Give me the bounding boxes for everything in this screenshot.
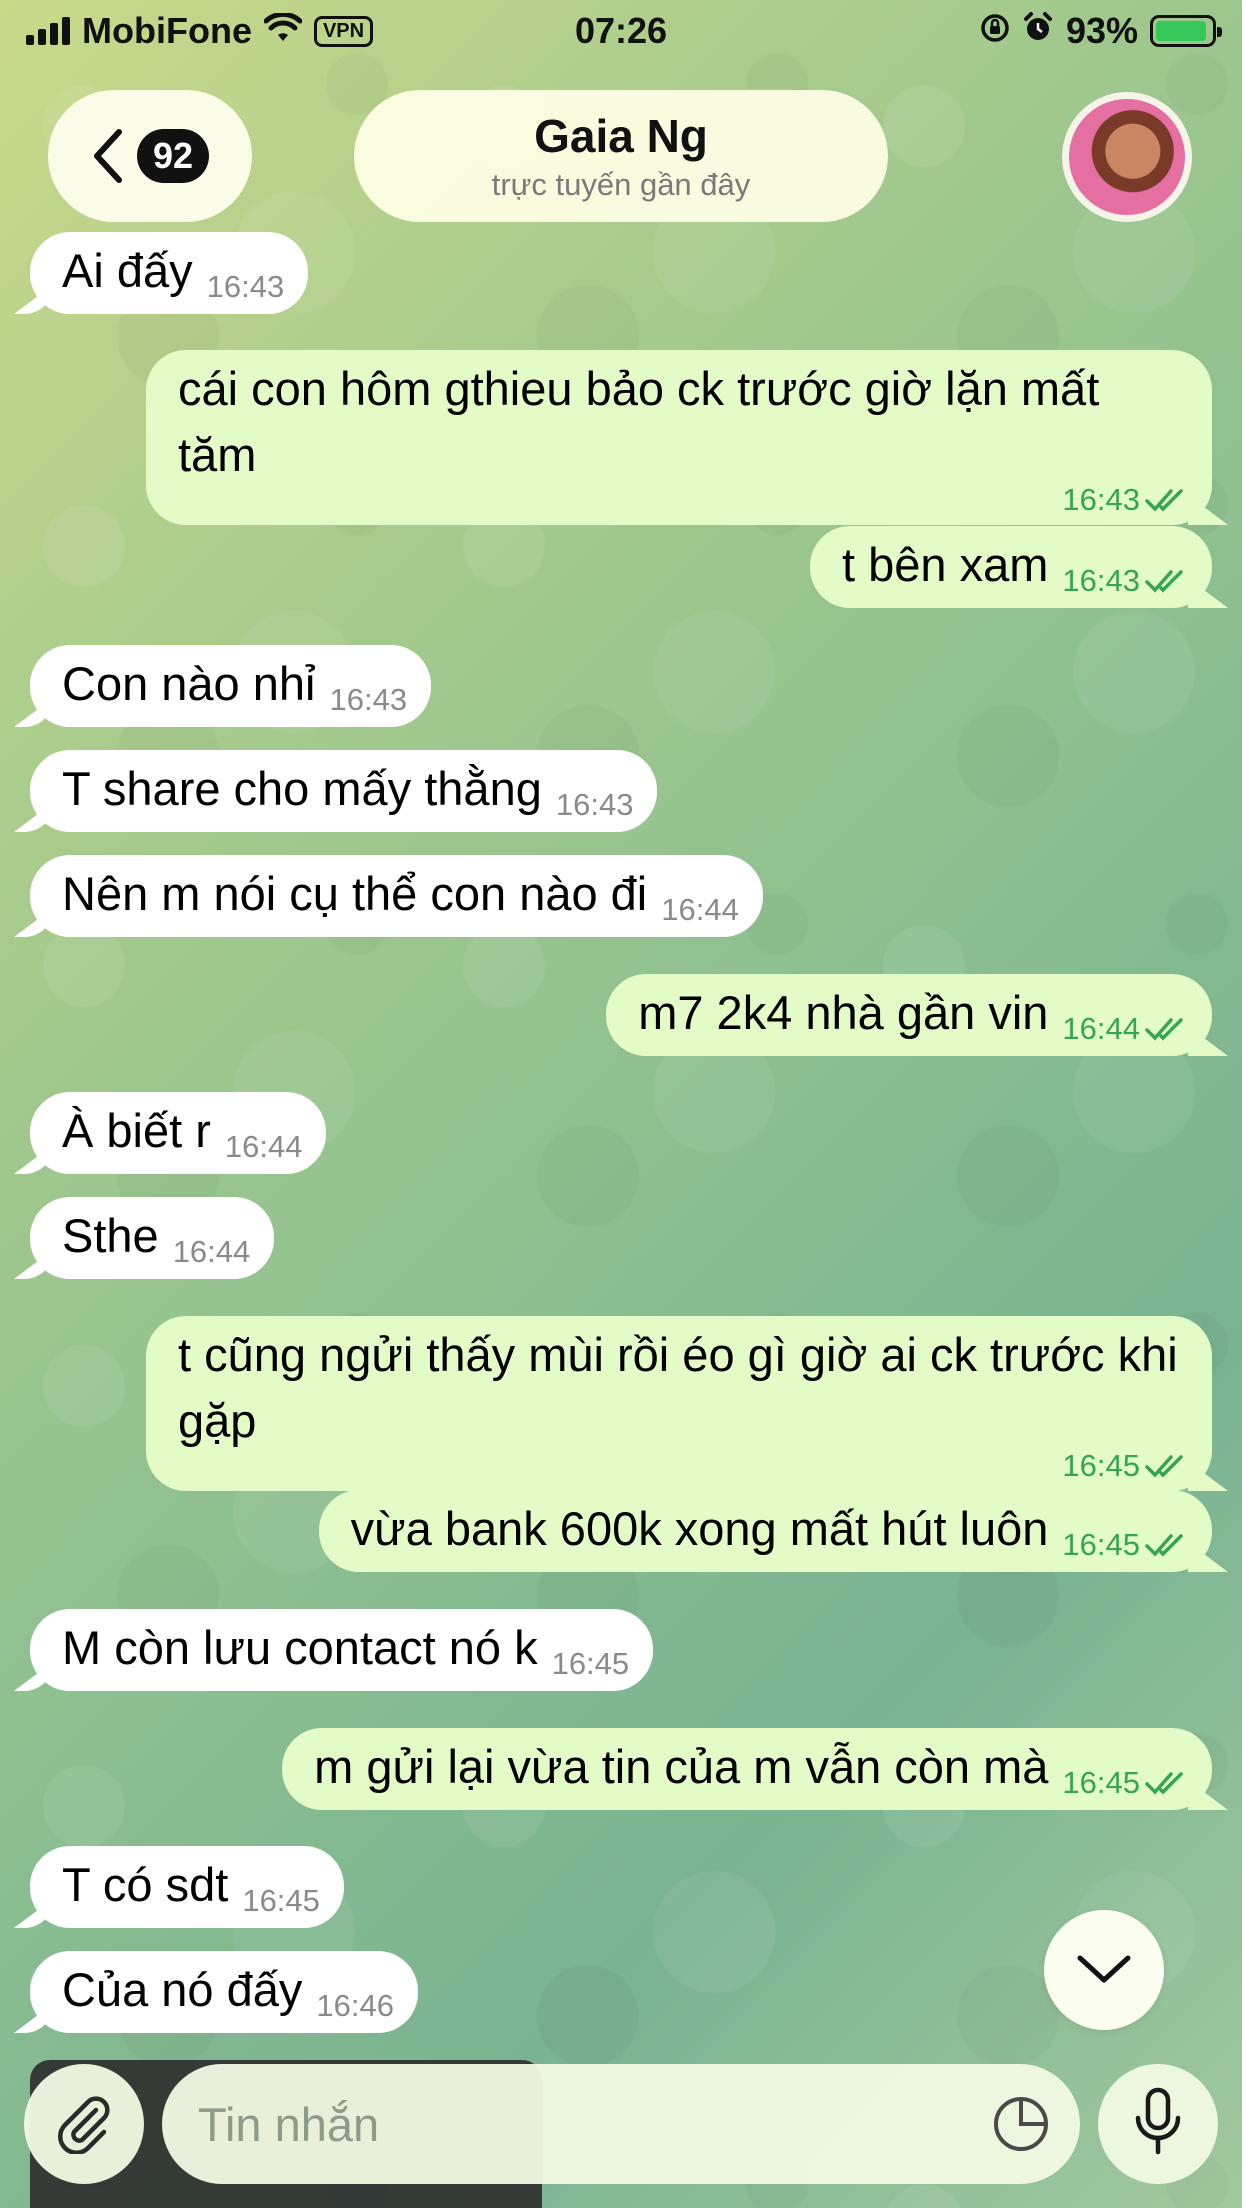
scroll-to-bottom-button[interactable] — [1044, 1910, 1164, 2030]
message-time: 16:44 — [172, 1234, 251, 1269]
double-check-icon — [1144, 1453, 1188, 1479]
paperclip-icon — [52, 2090, 116, 2159]
message-time: 16:44 — [661, 892, 739, 927]
double-check-icon — [1144, 568, 1188, 594]
message-bubble[interactable]: À biết r 16:44 — [30, 1092, 327, 1174]
message-bubble[interactable]: M còn lưu contact nó k 16:45 — [30, 1609, 654, 1691]
message-text: m gửi lại vừa tin của m vẫn còn mà — [314, 1740, 1049, 1793]
message-time: 16:45 — [551, 1646, 630, 1681]
message-bubble[interactable]: m7 2k4 nhà gần vin 16:44 — [606, 974, 1212, 1056]
message-bubble[interactable]: cái con hôm gthieu bảo ck trước giờ lặn … — [146, 350, 1212, 525]
message-text: cái con hôm gthieu bảo ck trước giờ lặn … — [178, 362, 1113, 481]
message-text: T share cho mấy thằng — [62, 762, 542, 815]
message-bubble[interactable]: Sthe 16:44 — [30, 1197, 275, 1279]
message-bubble[interactable]: t cũng ngửi thấy mùi rồi éo gì giờ ai ck… — [146, 1316, 1212, 1491]
message-time: 16:43 — [555, 787, 634, 822]
message-text: vừa bank 600k xong mất hút luôn — [350, 1502, 1049, 1555]
message-bubble[interactable]: Con nào nhỉ 16:43 — [30, 645, 432, 727]
message-time: 16:45 — [1062, 1448, 1140, 1483]
double-check-icon — [1144, 1016, 1188, 1042]
message-time: 16:45 — [242, 1883, 320, 1918]
message-bubble[interactable]: T có sdt 16:45 — [30, 1846, 344, 1928]
attach-button[interactable] — [24, 2064, 144, 2184]
message-list[interactable]: Ai đấy 16:43 cái con hôm gthieu bảo ck tr… — [0, 0, 1242, 2208]
message-time: 16:44 — [1062, 1011, 1140, 1046]
message-input-field[interactable] — [162, 2064, 1080, 2184]
chevron-down-icon — [1074, 1950, 1134, 1991]
message-text: Sthe — [62, 1209, 159, 1262]
message-time: 16:46 — [316, 1988, 394, 2023]
message-bubble[interactable]: m gửi lại vừa tin của m vẫn còn mà 16:45 — [282, 1728, 1212, 1810]
message-text: À biết r — [62, 1104, 211, 1157]
message-time: 16:45 — [1062, 1765, 1140, 1800]
message-bubble[interactable]: Nên m nói cụ thể con nào đi 16:44 — [30, 855, 763, 937]
message-time: 16:43 — [206, 269, 285, 304]
message-time: 16:44 — [224, 1129, 303, 1164]
microphone-icon — [1134, 2086, 1182, 2163]
double-check-icon — [1144, 1532, 1188, 1558]
double-check-icon — [1144, 1770, 1188, 1796]
message-text: t cũng ngửi thấy mùi rồi éo gì giờ ai ck… — [178, 1328, 1191, 1447]
message-bubble[interactable]: vừa bank 600k xong mất hút luôn 16:45 — [318, 1490, 1212, 1572]
message-bubble[interactable]: Của nó đấy 16:46 — [30, 1951, 418, 2033]
message-time: 16:43 — [1062, 482, 1140, 517]
message-text: T có sdt — [62, 1858, 229, 1911]
message-bubble[interactable]: Ai đấy 16:43 — [30, 232, 309, 314]
message-text: Ai đấy — [62, 244, 193, 297]
message-text: t bên xam — [842, 538, 1049, 591]
message-text: M còn lưu contact nó k — [62, 1621, 538, 1674]
message-text: Nên m nói cụ thể con nào đi — [62, 867, 648, 920]
message-time: 16:43 — [1062, 563, 1140, 598]
message-text: Con nào nhỉ — [62, 657, 316, 710]
sticker-icon[interactable] — [992, 2095, 1050, 2153]
message-input[interactable] — [198, 2096, 992, 2152]
microphone-button[interactable] — [1098, 2064, 1218, 2184]
message-time: 16:45 — [1062, 1527, 1140, 1562]
message-bubble[interactable]: T share cho mấy thằng 16:43 — [30, 750, 658, 832]
message-bubble[interactable]: t bên xam 16:43 — [810, 526, 1212, 608]
message-text: Của nó đấy — [62, 1963, 303, 2016]
message-text: m7 2k4 nhà gần vin — [638, 986, 1049, 1039]
message-time: 16:43 — [329, 682, 408, 717]
double-check-icon — [1144, 487, 1188, 513]
